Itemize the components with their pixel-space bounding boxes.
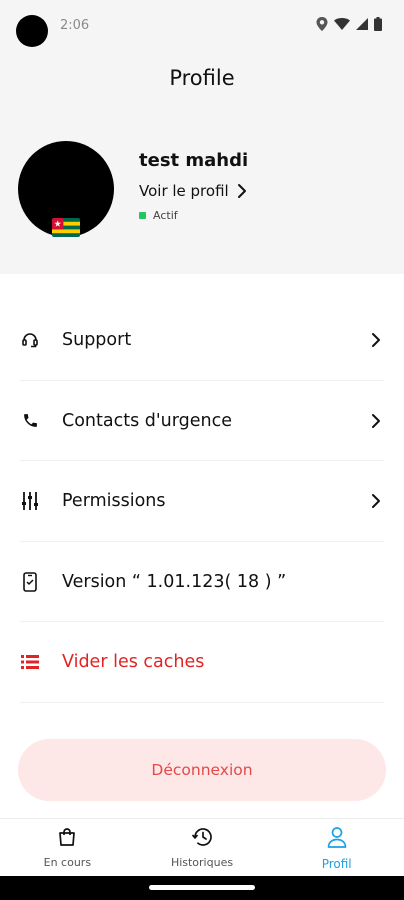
location-icon [316,17,328,31]
logout-button[interactable]: Déconnexion [18,739,386,801]
status-icons [316,17,382,31]
menu-item-label: Permissions [62,491,166,512]
bottom-nav: En cours Historiques Profil [0,818,404,877]
menu-item-permissions[interactable]: Permissions [0,461,404,542]
list-icon [20,652,40,672]
status-label: Actif [153,209,178,222]
divider [20,701,384,703]
sliders-icon [20,491,40,511]
nav-item-historiques[interactable]: Historiques [135,819,270,877]
menu-item-clear-cache[interactable]: Vider les caches [0,622,404,703]
system-nav-bar [0,876,404,900]
profile-header: Profile test mahdi Voir le profil Actif [0,52,404,274]
status-time: 2:06 [60,18,90,33]
version-label: Version “ 1.01.123( 18 ) ” [62,571,287,592]
menu-item-label: Vider les caches [62,652,205,673]
phone-icon [20,411,40,431]
menu-item-emergency-contacts[interactable]: Contacts d'urgence [0,381,404,461]
nav-label: En cours [43,856,92,869]
avatar[interactable] [18,141,114,237]
signal-icon [356,18,368,30]
chevron-right-icon [368,413,384,429]
gesture-handle[interactable] [149,885,255,890]
nav-item-en-cours[interactable]: En cours [0,819,135,877]
nav-item-profil[interactable]: Profil [269,819,404,877]
menu-item-support[interactable]: Support [0,300,404,381]
status-avatar [16,15,48,47]
view-profile-label: Voir le profil [139,182,229,200]
user-icon [326,826,348,852]
status-dot [139,212,146,219]
battery-icon [374,17,382,31]
phone-device-icon [20,571,40,592]
view-profile-link[interactable]: Voir le profil [139,182,247,200]
menu-item-label: Support [62,330,132,351]
status-bar: 2:06 [0,0,404,52]
profile-name: test mahdi [139,150,249,171]
menu-item-label: Contacts d'urgence [62,410,233,431]
page-title: Profile [169,66,235,90]
wifi-icon [334,18,350,30]
chevron-right-icon [368,332,384,348]
shopping-bag-icon [57,827,77,851]
status-indicator: Actif [139,209,178,222]
menu-item-version: Version “ 1.01.123( 18 ) ” [0,542,404,622]
nav-label: Historiques [170,856,234,869]
nav-label: Profil [321,856,352,871]
chevron-right-icon [368,493,384,509]
chevron-right-icon [237,184,246,198]
settings-menu: Support Contacts d'urgence Permissions V… [0,300,404,703]
history-icon [191,827,213,851]
togo-flag-icon [52,218,80,237]
headset-icon [20,330,40,350]
